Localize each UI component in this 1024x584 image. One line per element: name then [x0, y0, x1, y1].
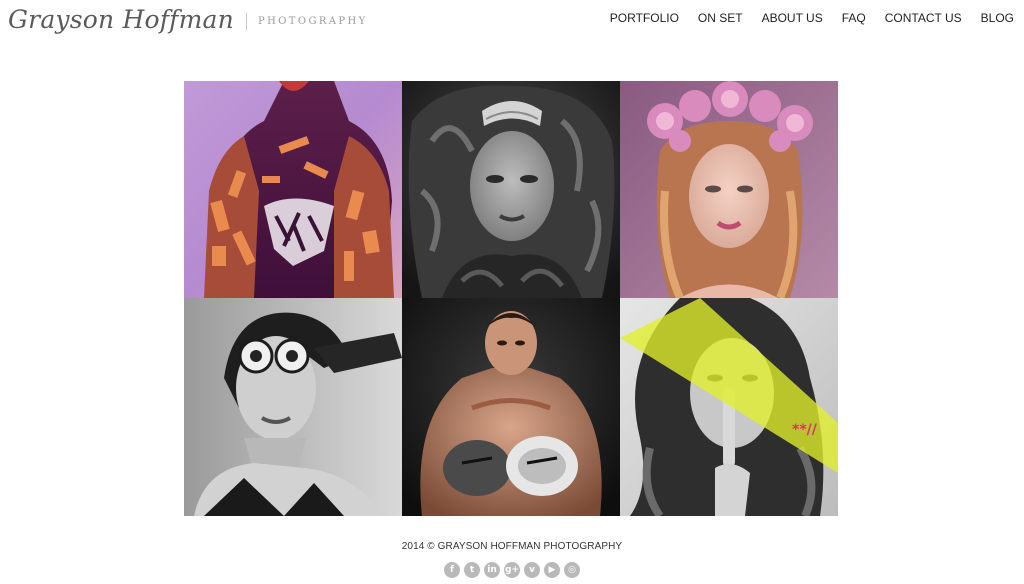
- brand-divider: [245, 12, 247, 30]
- brand-name: Grayson Hoffman: [8, 5, 234, 34]
- photo-body-paint: [184, 81, 402, 298]
- photo-boxer: [402, 298, 620, 516]
- photo-flower-crown: [620, 81, 838, 298]
- nav-item-faq[interactable]: FAQ: [842, 11, 866, 25]
- footer-copyright: 2014 © GRAYSON HOFFMAN PHOTOGRAPHY: [401, 541, 623, 552]
- portfolio-grid: **//: [184, 81, 838, 516]
- instagram-icon[interactable]: ◎: [564, 562, 580, 578]
- google-plus-icon[interactable]: g+: [504, 562, 520, 578]
- photo-shush: **//: [620, 298, 838, 516]
- nav-item-portfolio[interactable]: PORTFOLIO: [610, 11, 679, 25]
- gallery-tile-flower-crown[interactable]: [620, 81, 838, 298]
- gallery-tile-sunglasses[interactable]: [184, 298, 402, 516]
- brand-tagline: PHOTOGRAPHY: [257, 16, 368, 27]
- nav-item-about-us[interactable]: ABOUT US: [762, 11, 823, 25]
- gallery-tile-boxer[interactable]: [402, 298, 620, 516]
- shush-overlay-mark: **//: [792, 422, 818, 438]
- youtube-icon[interactable]: ▶: [544, 562, 560, 578]
- vimeo-icon[interactable]: v: [524, 562, 540, 578]
- facebook-icon[interactable]: f: [444, 562, 460, 578]
- site-header: Grayson Hoffman PHOTOGRAPHY PORTFOLIO ON…: [0, 0, 1024, 44]
- gallery-tile-headpiece[interactable]: [402, 81, 620, 298]
- gallery-tile-shush[interactable]: **//: [620, 298, 838, 516]
- linkedin-icon[interactable]: in: [484, 562, 500, 578]
- photo-headpiece: [402, 81, 620, 298]
- main-nav: PORTFOLIO ON SET ABOUT US FAQ CONTACT US…: [610, 11, 1014, 25]
- gallery-tile-body-paint[interactable]: [184, 81, 402, 298]
- nav-item-blog[interactable]: BLOG: [981, 11, 1014, 25]
- site-logo[interactable]: Grayson Hoffman PHOTOGRAPHY: [8, 5, 368, 34]
- photo-sunglasses: [184, 298, 402, 516]
- twitter-icon[interactable]: t: [464, 562, 480, 578]
- nav-item-contact-us[interactable]: CONTACT US: [885, 11, 962, 25]
- social-links: f t in g+ v ▶ ◎: [0, 562, 1024, 578]
- nav-item-on-set[interactable]: ON SET: [698, 11, 743, 25]
